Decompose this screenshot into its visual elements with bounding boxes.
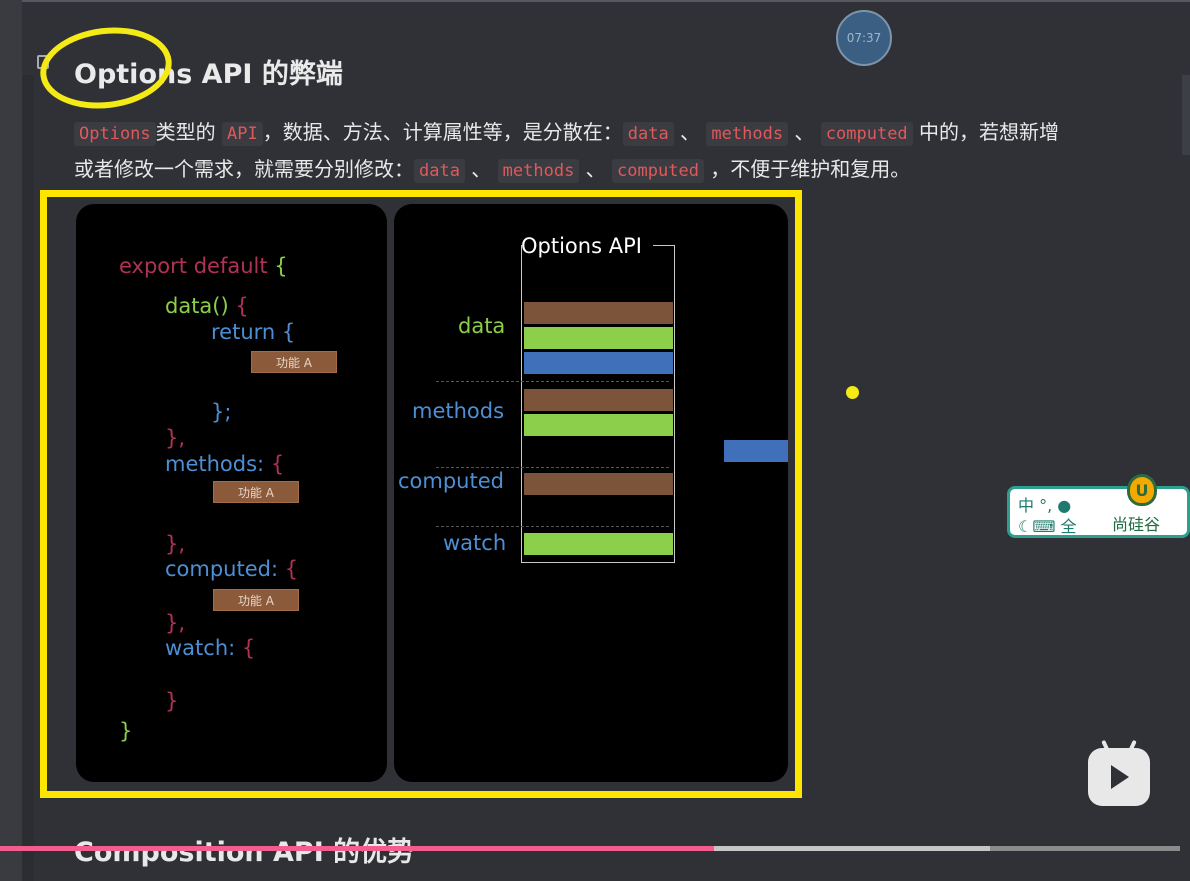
divider xyxy=(436,526,669,527)
divider xyxy=(436,467,669,468)
paragraph-text: 、 xyxy=(579,157,613,181)
keyboard-icon: ⌨ xyxy=(1032,517,1056,536)
code-data-fn: data() { xyxy=(165,294,249,318)
paragraph-text: ，数据、方法、计算属性等，是分散在： xyxy=(262,120,623,144)
inline-code: Options xyxy=(74,122,156,146)
bar-feature-b xyxy=(524,533,673,555)
func-a-box: 功能 A xyxy=(213,481,299,503)
inline-code: data xyxy=(622,122,674,146)
bar-feature-a xyxy=(524,389,673,411)
paragraph-text: 或者修改一个需求，就需要分别修改： xyxy=(74,157,414,181)
label-data: data xyxy=(458,314,506,338)
code-close-comma: }, xyxy=(165,611,186,635)
func-a-box: 功能 A xyxy=(213,589,299,611)
bar-feature-b xyxy=(524,327,673,349)
paragraph-line-2: 或者修改一个需求，就需要分别修改： data 、 methods 、 comput… xyxy=(74,151,1164,190)
left-gutter xyxy=(22,75,34,881)
paragraph-text: 、 xyxy=(464,157,498,181)
inline-code: data xyxy=(414,159,465,183)
inline-code: computed xyxy=(612,159,704,183)
bar-feature-c-moving xyxy=(724,440,788,462)
moon-icon: ☾ xyxy=(1018,517,1033,536)
cursor-dot xyxy=(846,386,859,399)
code-close-brace: } xyxy=(165,689,179,713)
func-a-box: 功能 A xyxy=(251,351,337,373)
inline-code: computed xyxy=(820,122,913,146)
brand-logo-icon: U xyxy=(1127,474,1157,506)
bar-feature-b xyxy=(524,414,673,436)
paragraph-text: 、 xyxy=(673,120,707,144)
timer-badge: 07:37 xyxy=(836,10,892,66)
brand-name: 尚硅谷 xyxy=(1112,515,1161,534)
label-methods: methods xyxy=(412,399,505,423)
inline-code: methods xyxy=(706,122,789,146)
bar-feature-c xyxy=(524,352,673,374)
code-close-brace: } xyxy=(119,719,133,743)
code-computed-key: computed: { xyxy=(165,557,299,581)
code-methods-key: methods: { xyxy=(165,452,285,476)
annotation-circle xyxy=(35,20,177,116)
label-watch: watch xyxy=(443,531,507,555)
code-export-default: export default { xyxy=(119,254,288,278)
divider xyxy=(436,381,669,382)
bilibili-icon[interactable] xyxy=(1088,739,1150,806)
code-close-semicolon: }; xyxy=(211,400,232,424)
code-close-comma: }, xyxy=(165,532,186,556)
left-sidebar-strip xyxy=(0,0,22,881)
code-return: return { xyxy=(211,320,296,344)
bar-feature-a xyxy=(524,473,673,495)
video-progress-fill xyxy=(0,846,714,851)
inline-code: API xyxy=(222,122,263,146)
label-computed: computed xyxy=(398,469,504,493)
paragraph-text: 、 xyxy=(788,120,821,144)
code-watch-key: watch: { xyxy=(165,636,256,660)
paragraph-text: 中的，若想新增 xyxy=(912,120,1060,144)
code-close-comma: }, xyxy=(165,426,186,450)
scrollbar[interactable] xyxy=(1182,75,1190,155)
ime-settings[interactable]: ☾⌨ 全 xyxy=(1018,513,1077,537)
paragraph-line-1: Options 类型的 API ，数据、方法、计算属性等，是分散在： data 、 m… xyxy=(74,114,1164,153)
paragraph-text: ，不便于维护和复用。 xyxy=(703,157,911,181)
bar-feature-a xyxy=(524,302,673,324)
paragraph-text: 类型的 xyxy=(155,120,223,144)
inline-code: methods xyxy=(497,159,580,183)
top-border xyxy=(0,0,1190,2)
